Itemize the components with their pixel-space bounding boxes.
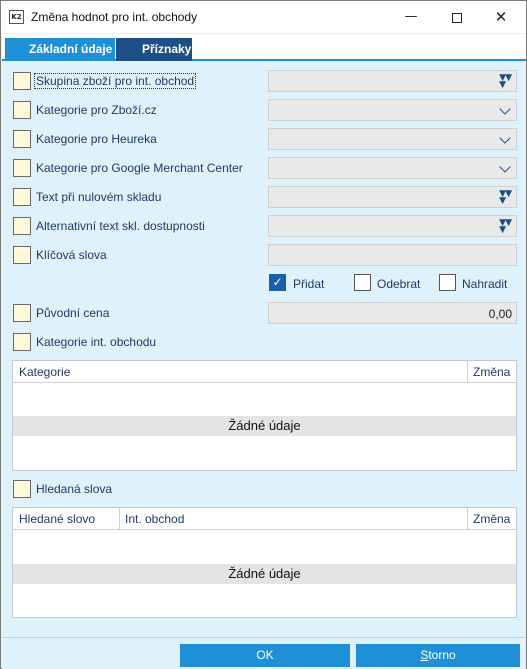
label-google-category: Kategorie pro Google Merchant Center [36,161,243,175]
column-header-change[interactable]: Změna [473,512,510,526]
close-icon[interactable]: ✕ [479,1,523,33]
app-icon: K2 [9,10,24,24]
alt-availability-select[interactable]: ▼▼ ▼ [268,215,517,237]
keyword-mode-add-label: Přidat [293,277,325,291]
chevron-down-icon [499,132,511,144]
column-separator [467,508,468,530]
minimize-icon[interactable]: — [389,1,433,33]
column-header-search-word[interactable]: Hledané slovo [19,512,95,526]
label-original-price: Původní cena [36,306,110,320]
checkbox-product-group[interactable] [13,72,31,90]
checkbox-heureka-category[interactable] [13,130,31,148]
column-header-shop[interactable]: Int. obchod [125,512,184,526]
original-price-value: 0,00 [488,307,512,321]
label-shop-categories: Kategorie int. obchodu [36,335,157,349]
multi-select-icon: ▼▼ ▼ [499,218,512,235]
column-header-change[interactable]: Změna [473,365,510,379]
search-words-empty-message: Žádné údaje [13,564,516,584]
label-product-group: Skupina zboží pro int. obchod [33,73,197,89]
ok-button[interactable]: OK [180,644,350,667]
checkbox-zbozi-category[interactable] [13,101,31,119]
product-group-select[interactable]: ▼▼ ▼ [268,70,517,92]
keyword-mode-replace-label: Nahradit [462,277,508,291]
cancel-button-label: torno [428,648,456,662]
checkbox-shop-categories[interactable] [13,333,31,351]
keywords-input[interactable] [268,244,517,266]
original-price-input[interactable]: 0,00 [268,302,517,324]
label-zero-stock-text: Text při nulovém skladu [36,190,162,204]
checkbox-alt-availability[interactable] [13,217,31,235]
maximize-icon[interactable] [435,1,479,33]
google-category-dropdown[interactable] [268,157,517,179]
tab-basic-info[interactable]: Základní údaje [5,38,115,61]
tab-flags[interactable]: Příznaky [116,38,192,61]
label-alt-availability: Alternativní text skl. dostupnosti [36,219,205,233]
multi-select-icon: ▼▼ ▼ [499,189,512,206]
checkbox-keywords[interactable] [13,246,31,264]
cancel-button[interactable]: Storno [356,644,520,667]
label-zbozi-category: Kategorie pro Zboží.cz [36,103,157,117]
checkbox-google-category[interactable] [13,159,31,177]
checkbox-search-words[interactable] [13,480,31,498]
keyword-mode-remove-label: Odebrat [377,277,421,291]
dialog-window: K2 Změna hodnot pro int. obchody — ✕ Zák… [0,0,527,669]
title-bar[interactable]: K2 Změna hodnot pro int. obchody — ✕ [1,1,526,33]
column-separator [119,508,120,530]
multi-select-icon: ▼▼ ▼ [499,73,512,90]
categories-empty-message: Žádné údaje [13,416,516,436]
column-header-category[interactable]: Kategorie [19,365,70,379]
column-separator [467,361,468,383]
keyword-mode-replace-checkbox[interactable] [439,274,456,291]
zero-stock-text-select[interactable]: ▼▼ ▼ [268,186,517,208]
zbozi-category-dropdown[interactable] [268,99,517,121]
chevron-down-icon [499,161,511,173]
checkbox-original-price[interactable] [13,304,31,322]
tab-strip: Základní údaje Příznaky [2,34,526,61]
label-search-words: Hledaná slova [36,482,113,496]
chevron-down-icon [499,103,511,115]
categories-grid-header: Kategorie Změna [13,361,516,383]
window-title: Změna hodnot pro int. obchody [31,10,198,24]
heureka-category-dropdown[interactable] [268,128,517,150]
keyword-mode-add-checkbox[interactable]: ✓ [269,274,286,291]
label-heureka-category: Kategorie pro Heureka [36,132,157,146]
dialog-footer: OK Storno [2,637,526,669]
search-words-grid[interactable]: Hledané slovo Int. obchod Změna Žádné úd… [12,507,517,618]
search-words-grid-header: Hledané slovo Int. obchod Změna [13,508,516,530]
keyword-mode-remove-checkbox[interactable] [354,274,371,291]
label-keywords: Klíčová slova [36,248,107,262]
categories-grid[interactable]: Kategorie Změna Žádné údaje [12,360,517,471]
checkbox-zero-stock-text[interactable] [13,188,31,206]
